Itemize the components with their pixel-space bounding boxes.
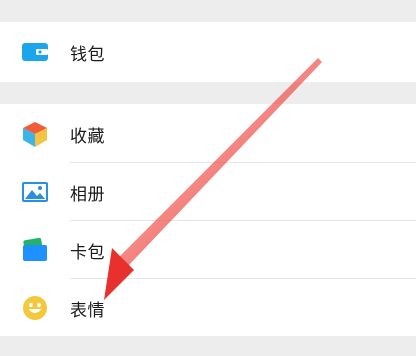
menu-item-card-bag[interactable]: 卡包 bbox=[0, 222, 416, 278]
menu-item-label: 卡包 bbox=[70, 242, 105, 263]
favorites-cube-icon bbox=[23, 122, 47, 147]
menu-item-label: 收藏 bbox=[70, 126, 105, 147]
menu-divider bbox=[70, 220, 416, 221]
photo-album-icon bbox=[22, 182, 48, 202]
menu-divider bbox=[70, 278, 416, 279]
me-page-menu-screen: 钱包 收藏 相册 卡包 表情 bbox=[0, 0, 416, 356]
menu-item-label: 相册 bbox=[70, 184, 105, 205]
menu-item-album[interactable]: 相册 bbox=[0, 164, 416, 220]
menu-item-label: 表情 bbox=[70, 300, 105, 321]
menu-item-stickers[interactable]: 表情 bbox=[0, 280, 416, 336]
menu-item-favorites[interactable]: 收藏 bbox=[0, 106, 416, 162]
menu-divider bbox=[70, 162, 416, 163]
menu-group-main: 收藏 相册 卡包 表情 bbox=[0, 104, 416, 336]
sticker-smiley-icon bbox=[23, 296, 47, 320]
menu-item-wallet[interactable]: 钱包 bbox=[0, 24, 416, 80]
wallet-icon bbox=[22, 43, 48, 61]
menu-group-wallet: 钱包 bbox=[0, 22, 416, 82]
card-bag-icon bbox=[23, 237, 47, 261]
menu-item-label: 钱包 bbox=[70, 44, 105, 65]
